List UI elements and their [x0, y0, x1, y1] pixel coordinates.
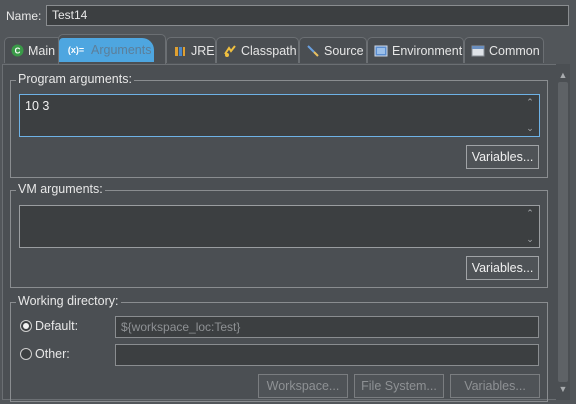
classpath-icon	[223, 44, 237, 58]
program-arguments-textarea[interactable]: 10 3 ⌃ ⌄	[19, 94, 540, 137]
tab-common-label: Common	[489, 43, 540, 58]
vm-arguments-title: VM arguments:	[16, 182, 105, 196]
tab-classpath-label: Classpath	[241, 43, 297, 58]
main-class-icon: C	[11, 44, 24, 58]
default-radio[interactable]	[20, 320, 32, 332]
wd-variables-button[interactable]: Variables...	[450, 374, 540, 398]
tab-source-label: Source	[324, 43, 364, 58]
tab-arguments[interactable]: (x)= Arguments	[58, 34, 166, 64]
scroll-down-icon[interactable]: ⌄	[526, 123, 534, 134]
tab-main[interactable]: C Main	[4, 37, 62, 63]
tab-arguments-label: Arguments	[91, 42, 152, 57]
tab-environment-label: Environment	[392, 43, 463, 58]
scrollbar-thumb[interactable]	[558, 82, 568, 382]
default-directory-field[interactable]: ${workspace_loc:Test}	[115, 316, 539, 338]
default-label: Default:	[35, 319, 79, 333]
tab-common[interactable]: Common	[464, 37, 544, 63]
scroll-up-icon[interactable]: ⌃	[526, 208, 534, 219]
vm-variables-button[interactable]: Variables...	[466, 256, 539, 280]
other-directory-field[interactable]	[115, 344, 539, 366]
scroll-up-icon[interactable]: ▲	[556, 70, 570, 80]
environment-icon	[374, 44, 388, 58]
name-input[interactable]: Test14	[46, 5, 569, 26]
svg-text:C: C	[15, 47, 21, 56]
other-label: Other:	[35, 347, 70, 361]
other-radio[interactable]	[20, 348, 32, 360]
launch-config-tabs: C Main (x)= Arguments JRE Classpath Sour…	[0, 34, 576, 64]
program-arguments-value: 10 3	[25, 99, 50, 113]
common-icon	[471, 44, 485, 58]
workspace-button[interactable]: Workspace...	[258, 374, 348, 398]
source-icon	[306, 44, 320, 58]
panel-scrollbar[interactable]: ▲ ▼	[556, 64, 570, 400]
tab-source[interactable]: Source	[299, 37, 367, 63]
tab-main-label: Main	[28, 43, 56, 58]
scroll-down-icon[interactable]: ⌄	[526, 234, 534, 245]
file-system-button[interactable]: File System...	[354, 374, 444, 398]
scroll-up-icon[interactable]: ⌃	[526, 97, 534, 108]
tab-classpath[interactable]: Classpath	[216, 37, 299, 63]
program-arguments-scrollbar[interactable]: ⌃ ⌄	[523, 97, 537, 134]
jre-icon	[173, 44, 187, 58]
name-label: Name:	[6, 9, 42, 23]
tab-jre-label: JRE	[191, 43, 215, 58]
radio-selected-dot	[23, 323, 29, 329]
tab-environment[interactable]: Environment	[367, 37, 464, 63]
vm-arguments-scrollbar[interactable]: ⌃ ⌄	[523, 208, 537, 245]
program-arguments-title: Program arguments:	[16, 72, 134, 86]
program-variables-button[interactable]: Variables...	[466, 145, 539, 169]
vm-arguments-textarea[interactable]: ⌃ ⌄	[19, 205, 540, 248]
tab-jre[interactable]: JRE	[166, 37, 216, 63]
scroll-down-icon[interactable]: ▼	[556, 384, 570, 394]
working-directory-title: Working directory:	[16, 294, 121, 308]
arguments-icon: (x)=	[67, 44, 85, 55]
